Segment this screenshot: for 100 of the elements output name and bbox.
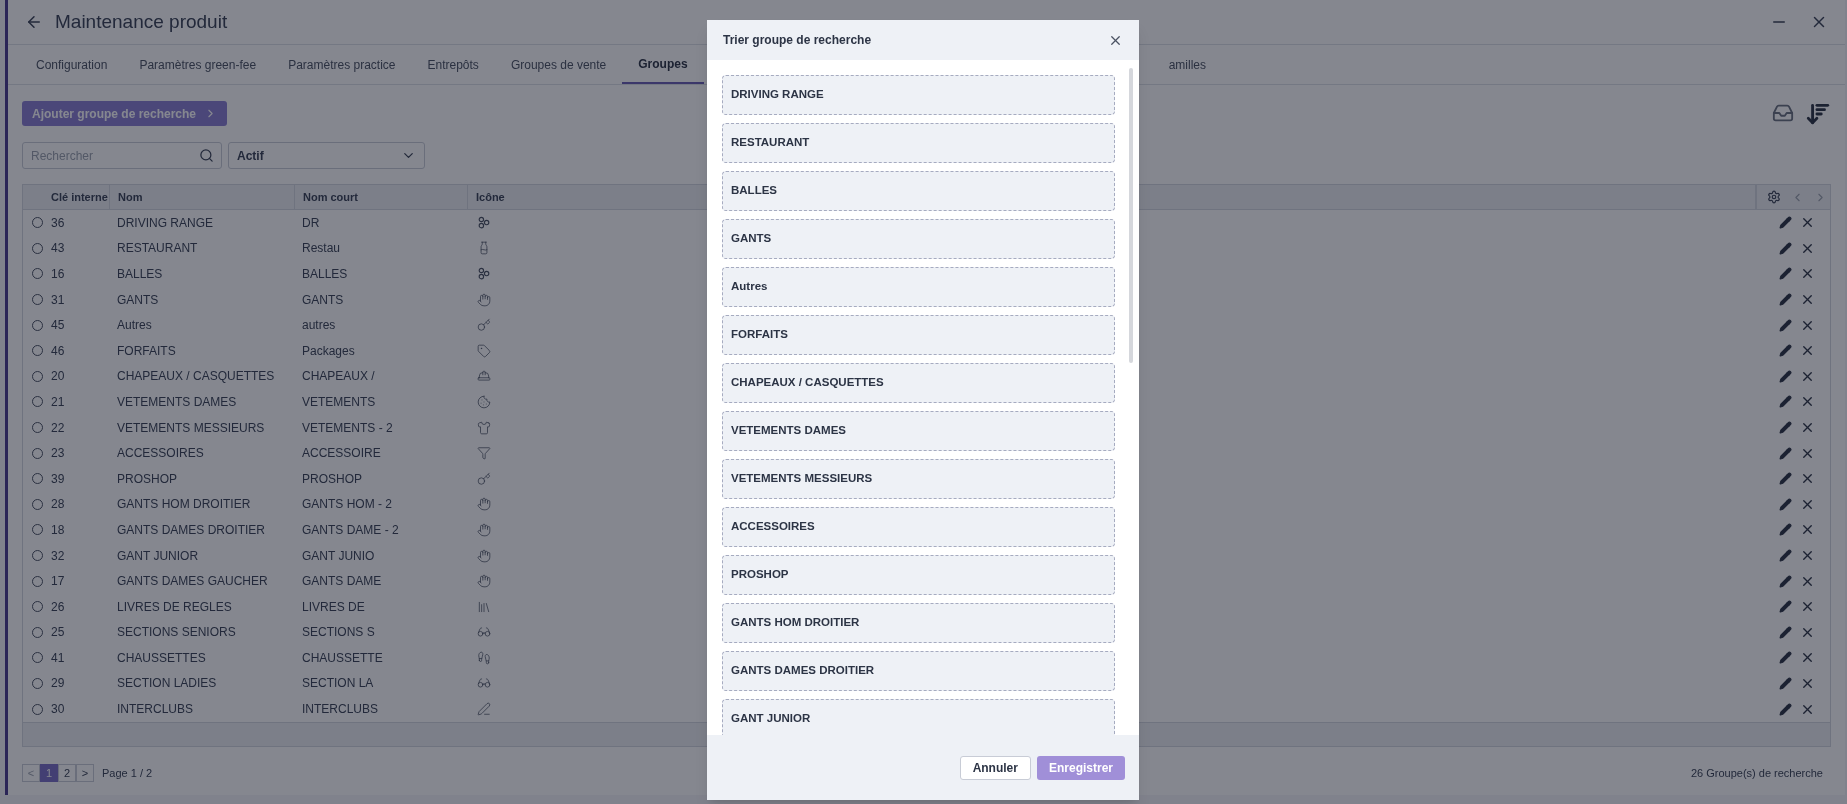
funnel-icon	[477, 446, 491, 461]
column-header: Icône	[467, 185, 527, 209]
table-cell-text: SECTION LA	[301, 675, 375, 693]
sortable-item[interactable]: ACCESSOIRES	[722, 507, 1115, 547]
table-cell-text: 25	[50, 624, 66, 642]
sortable-item[interactable]: Autres	[722, 267, 1115, 307]
settings-icon[interactable]	[1767, 190, 1781, 204]
table-cell-text: GANTS HOM - 2	[301, 496, 393, 514]
table-cell-text: BALLES	[116, 266, 164, 283]
edit-icon[interactable]	[1779, 293, 1792, 307]
table-cell-text: GANTS DAME - 2	[301, 521, 400, 539]
tag-icon	[477, 343, 491, 358]
table-cell-text: GANTS DAME	[301, 573, 383, 591]
edit-icon[interactable]	[1779, 344, 1792, 358]
edit-icon[interactable]	[1779, 651, 1792, 665]
table-cell-text: BALLES	[301, 266, 349, 283]
table-cell-text: DR	[301, 214, 321, 232]
tab[interactable]: Entrepôts	[411, 45, 495, 84]
edit-icon[interactable]	[1779, 421, 1792, 435]
table-cell-text: CHAUSSETTES	[116, 649, 207, 667]
edit-icon[interactable]	[1779, 702, 1792, 716]
table-cell-text: FORFAITS	[116, 342, 177, 360]
sortable-item[interactable]: PROSHOP	[722, 555, 1115, 595]
sortable-item[interactable]: CHAPEAUX / CASQUETTES	[722, 363, 1115, 403]
sortable-item[interactable]: FORFAITS	[722, 315, 1115, 355]
next-page-button[interactable]: >	[76, 763, 94, 782]
edit-icon[interactable]	[1779, 446, 1792, 460]
record-count: 26 Groupe(s) de recherche	[1690, 765, 1823, 781]
books-icon	[477, 599, 491, 614]
shirt-icon	[477, 420, 491, 435]
edit-icon[interactable]	[1779, 497, 1792, 511]
bottle-icon	[477, 241, 491, 256]
delete-icon[interactable]	[1800, 676, 1815, 691]
table-cell-text: Packages	[301, 342, 356, 360]
glasses-icon	[477, 676, 491, 691]
table-cell-text: PROSHOP	[116, 470, 178, 488]
table-cell-text: GANTS	[301, 291, 345, 309]
sortable-item[interactable]: RESTAURANT	[722, 123, 1115, 163]
delete-icon[interactable]	[1800, 548, 1815, 563]
sortable-item[interactable]: GANTS DAMES DROITIER	[722, 651, 1115, 691]
footprints-icon	[477, 650, 491, 665]
edit-icon[interactable]	[1779, 267, 1792, 281]
scrollbar[interactable]	[1129, 68, 1133, 363]
tab[interactable]: amilles	[1168, 45, 1222, 84]
tab[interactable]: Configuration	[20, 45, 124, 84]
table-cell-text: PROSHOP	[301, 470, 363, 488]
sortable-item[interactable]: VETEMENTS MESSIEURS	[722, 459, 1115, 499]
table-cell-text: CHAPEAUX / CASQUETTES	[116, 368, 276, 386]
tab[interactable]: Paramètres green-fee	[123, 45, 273, 84]
table-cell-text: ACCESSOIRE	[301, 445, 382, 463]
table-cell-text: GANTS HOM DROITIER	[116, 496, 252, 514]
edit-icon[interactable]	[1779, 625, 1792, 639]
cancel-button[interactable]: Annuler	[959, 755, 1031, 780]
status-dropdown[interactable]: Actif	[228, 142, 425, 169]
table-cell-text: VETEMENTS	[301, 393, 377, 411]
search-icon[interactable]	[199, 148, 214, 163]
page-button[interactable]: 2	[58, 763, 76, 782]
sort-list-icon[interactable]	[1805, 101, 1831, 127]
glove-icon	[477, 292, 491, 307]
sortable-item[interactable]: GANTS HOM DROITIER	[722, 603, 1115, 643]
edit-icon[interactable]	[1779, 472, 1792, 486]
edit-icon[interactable]	[1779, 241, 1792, 255]
edit-icon[interactable]	[1779, 600, 1792, 614]
table-cell-text: INTERCLUBS	[301, 701, 379, 719]
edit-icon[interactable]	[1779, 523, 1792, 537]
table-cell-text: GANTS DAMES GAUCHER	[116, 573, 269, 591]
glove-icon	[477, 497, 491, 512]
column-header: Clé interne	[50, 189, 109, 205]
table-cell-text: LIVRES DE	[301, 598, 366, 616]
edit-icon[interactable]	[1779, 318, 1792, 332]
sortable-item[interactable]: BALLES	[722, 171, 1115, 211]
table-cell-text: CHAPEAUX /	[301, 368, 376, 386]
sortable-item[interactable]: DRIVING RANGE	[722, 75, 1115, 115]
inbox-icon[interactable]	[1771, 102, 1795, 124]
table-cell-text: SECTION LADIES	[116, 675, 218, 693]
glove-icon	[477, 522, 491, 537]
table-cell-text: 32	[50, 547, 66, 565]
edit-icon[interactable]	[1779, 549, 1792, 562]
tab[interactable]: Groupes	[622, 45, 704, 84]
edit-icon[interactable]	[1779, 216, 1792, 230]
sortable-item[interactable]: VETEMENTS DAMES	[722, 411, 1115, 451]
tab[interactable]: Groupes de vente	[494, 45, 623, 84]
edit-icon[interactable]	[1779, 395, 1792, 409]
table-cell-text: VETEMENTS - 2	[301, 419, 394, 437]
edit-icon[interactable]	[1779, 574, 1792, 588]
table-cell-text: 39	[50, 470, 66, 488]
table-cell-text: 46	[50, 342, 66, 360]
edit-icon[interactable]	[1779, 369, 1792, 383]
table-cell-text: LIVRES DE REGLES	[116, 598, 233, 616]
table-cell-text: ACCESSOIRES	[116, 445, 205, 463]
sortable-item[interactable]: GANT JUNIOR	[722, 699, 1115, 735]
table-cell-text: 23	[50, 445, 66, 463]
table-cell-text: RESTAURANT	[116, 240, 199, 258]
tab[interactable]: Paramètres practice	[272, 45, 412, 84]
table-cell-text: VETEMENTS DAMES	[116, 393, 238, 411]
sortable-item[interactable]: GANTS	[722, 219, 1115, 259]
edit-icon[interactable]	[1779, 677, 1792, 690]
table-cell-text: DRIVING RANGE	[116, 214, 214, 232]
window-title: Maintenance produit	[55, 9, 228, 34]
table-cell-text: 17	[50, 573, 66, 591]
